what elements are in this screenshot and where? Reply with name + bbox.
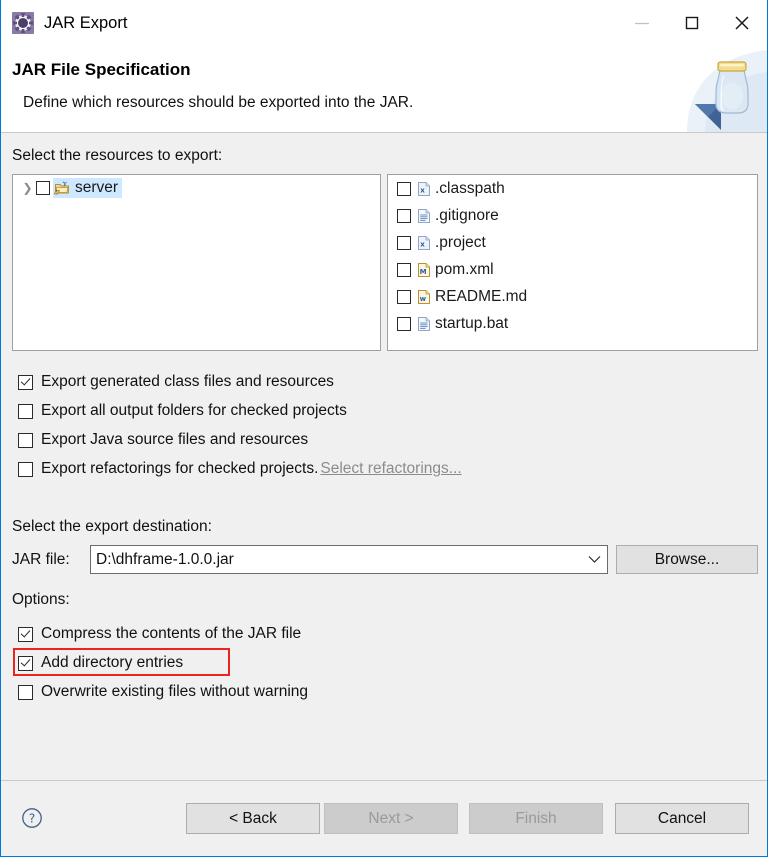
tree-row[interactable]: ❯ ! server: [13, 175, 380, 200]
text-file-icon: [417, 208, 431, 224]
export-option-label: Export all output folders for checked pr…: [41, 402, 347, 419]
option-label: Overwrite existing files without warning: [41, 683, 309, 700]
text-file-icon: [417, 316, 431, 332]
export-option-checkbox[interactable]: [18, 461, 33, 477]
help-icon[interactable]: ?: [21, 807, 43, 829]
list-item[interactable]: startup.bat: [388, 310, 757, 337]
back-button-label: < Back: [229, 809, 277, 827]
wizard-header: JAR File Specification Define which reso…: [1, 46, 767, 133]
finish-button-label: Finish: [515, 809, 557, 827]
file-checkbox[interactable]: [397, 181, 411, 196]
option-checkbox[interactable]: [18, 655, 33, 671]
title-bar-left: JAR Export: [1, 12, 127, 34]
cancel-button-label: Cancel: [657, 809, 707, 827]
destination-label: Select the export destination:: [12, 518, 212, 535]
next-button-label: Next >: [368, 809, 414, 827]
export-option-checkbox[interactable]: [18, 432, 33, 448]
xml-file-icon: x: [417, 181, 431, 197]
jar-file-input[interactable]: D:\dhframe-1.0.0.jar: [90, 545, 608, 574]
svg-text:w: w: [420, 295, 427, 303]
file-name: README.md: [435, 287, 528, 305]
option-overwrite-existing-files[interactable]: Overwrite existing files without warning: [18, 683, 308, 701]
window-controls: [617, 0, 767, 46]
tree-item-checkbox[interactable]: [36, 180, 50, 195]
export-option-label: Export Java source files and resources: [41, 431, 309, 448]
list-item[interactable]: M pom.xml: [388, 256, 757, 283]
window-title: JAR Export: [44, 13, 128, 32]
list-item[interactable]: w README.md: [388, 283, 757, 310]
export-option-generated-class-files[interactable]: Export generated class files and resourc…: [18, 373, 334, 391]
file-name: .classpath: [435, 179, 505, 197]
dialog-body: Select the resources to export: ❯ ! serv…: [1, 133, 767, 856]
resource-file-panel[interactable]: x .classpath .gitignore x .project M pom…: [387, 174, 758, 351]
export-option-refactorings[interactable]: Export refactorings for checked projects…: [18, 460, 462, 478]
footer-separator: [1, 780, 767, 781]
option-add-directory-entries[interactable]: Add directory entries: [18, 654, 183, 672]
minimize-icon[interactable]: [617, 0, 667, 46]
export-option-label: Export generated class files and resourc…: [41, 373, 334, 390]
option-compress-contents[interactable]: Compress the contents of the JAR file: [18, 625, 301, 643]
page-title: JAR File Specification: [12, 60, 191, 79]
chevron-right-icon[interactable]: ❯: [19, 182, 36, 194]
svg-text:x: x: [420, 240, 425, 248]
export-option-checkbox[interactable]: [18, 374, 33, 390]
select-refactorings-link[interactable]: Select refactorings...: [320, 460, 461, 478]
file-name: .gitignore: [435, 206, 499, 224]
title-bar: JAR Export: [1, 0, 767, 46]
maximize-icon[interactable]: [667, 0, 717, 46]
tree-item-server[interactable]: ! server: [53, 177, 123, 198]
option-checkbox[interactable]: [18, 684, 33, 700]
jar-file-value[interactable]: D:\dhframe-1.0.0.jar: [91, 551, 581, 569]
cancel-button[interactable]: Cancel: [615, 803, 749, 834]
resources-label: Select the resources to export:: [12, 147, 223, 164]
back-button[interactable]: < Back: [186, 803, 320, 834]
jar-file-label: JAR file:: [12, 551, 70, 568]
list-item[interactable]: x .classpath: [388, 175, 757, 202]
file-checkbox[interactable]: [397, 262, 411, 277]
resource-tree-panel[interactable]: ❯ ! server: [12, 174, 381, 351]
maven-file-icon: M: [417, 262, 431, 278]
svg-text:M: M: [420, 268, 427, 276]
export-option-all-output-folders[interactable]: Export all output folders for checked pr…: [18, 402, 347, 420]
browse-button-label: Browse...: [654, 550, 720, 568]
file-checkbox[interactable]: [397, 289, 411, 304]
chevron-down-icon[interactable]: [581, 555, 607, 564]
list-item[interactable]: .gitignore: [388, 202, 757, 229]
jar-export-gear-icon: [12, 12, 34, 34]
finish-button: Finish: [469, 803, 603, 834]
jar-banner-icon: [687, 46, 767, 132]
tree-item-label: server: [75, 178, 119, 196]
file-name: pom.xml: [435, 260, 494, 278]
file-checkbox[interactable]: [397, 208, 411, 223]
svg-text:?: ?: [29, 812, 35, 826]
file-checkbox[interactable]: [397, 235, 411, 250]
jar-export-dialog: JAR Export JAR File Specification Define…: [0, 0, 768, 857]
close-icon[interactable]: [717, 0, 767, 46]
file-checkbox[interactable]: [397, 316, 411, 331]
options-label: Options:: [12, 591, 70, 608]
export-option-java-source-files[interactable]: Export Java source files and resources: [18, 431, 308, 449]
next-button: Next >: [324, 803, 458, 834]
svg-text:!: !: [55, 189, 57, 195]
list-item[interactable]: x .project: [388, 229, 757, 256]
option-checkbox[interactable]: [18, 626, 33, 642]
page-description: Define which resources should be exporte…: [23, 94, 414, 111]
xml-file-icon: x: [417, 235, 431, 251]
file-name: .project: [435, 233, 486, 251]
option-label: Compress the contents of the JAR file: [41, 625, 302, 642]
export-option-label: Export refactorings for checked projects…: [41, 460, 319, 477]
file-name: startup.bat: [435, 314, 509, 332]
browse-button[interactable]: Browse...: [616, 545, 758, 574]
export-option-checkbox[interactable]: [18, 403, 33, 419]
java-project-folder-icon: !: [53, 180, 69, 196]
svg-text:x: x: [420, 186, 425, 194]
markdown-file-icon: w: [417, 289, 431, 305]
option-label: Add directory entries: [41, 654, 184, 671]
